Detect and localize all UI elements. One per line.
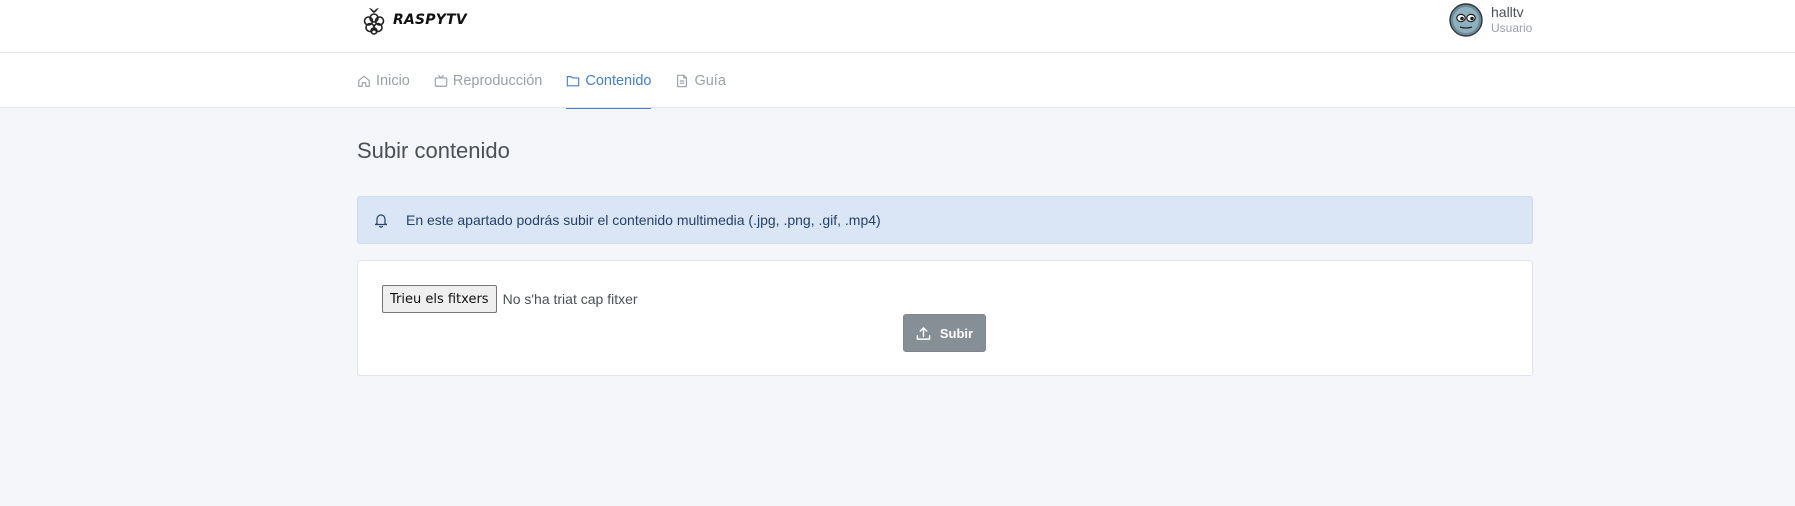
submit-button[interactable]: Subir (903, 314, 986, 352)
choose-files-button[interactable]: Trieu els fitxers (382, 285, 497, 313)
upload-icon (916, 326, 931, 340)
user-info: halltv Usuario (1491, 4, 1532, 36)
tab-reproduccion[interactable]: Reproducción (434, 53, 542, 108)
file-text-icon (677, 74, 688, 87)
upload-card: Trieu els fitxers No s'ha triat cap fitx… (357, 260, 1533, 376)
main-nav: Inicio Reproducción Contenido Guía (0, 53, 1795, 109)
user-role: Usuario (1491, 21, 1533, 35)
page-title: Subir contenido (357, 138, 510, 163)
tab-guia[interactable]: Guía (675, 53, 726, 108)
user-menu[interactable]: halltv Usuario (1449, 3, 1532, 37)
tab-label: Guía (694, 72, 726, 89)
avatar[interactable] (1449, 3, 1483, 37)
folder-icon (567, 75, 580, 86)
submit-label: Subir (939, 325, 974, 341)
logo[interactable]: RASPYTV (361, 5, 467, 35)
file-input[interactable]: Trieu els fitxers No s'ha triat cap fitx… (382, 285, 638, 313)
user-name: halltv (1491, 4, 1524, 20)
top-header: RASPYTV halltv Usuario (0, 0, 1795, 53)
tab-label: Contenido (585, 72, 652, 89)
tab-label: Reproducción (452, 72, 543, 89)
bell-icon (374, 214, 388, 228)
alert-text: En este apartado podrás subir el conteni… (406, 212, 881, 228)
tv-icon (434, 74, 448, 87)
info-alert: En este apartado podrás subir el conteni… (357, 196, 1533, 244)
logo-text: RASPYTV (393, 12, 467, 28)
home-icon (358, 75, 370, 87)
file-status: No s'ha triat cap fitxer (502, 291, 638, 307)
nav-tabs: Inicio Reproducción Contenido Guía (357, 53, 726, 109)
tab-inicio[interactable]: Inicio (357, 53, 410, 108)
tab-contenido[interactable]: Contenido (566, 53, 652, 109)
tab-label: Inicio (376, 72, 410, 89)
raspberry-logo-icon (363, 8, 385, 35)
